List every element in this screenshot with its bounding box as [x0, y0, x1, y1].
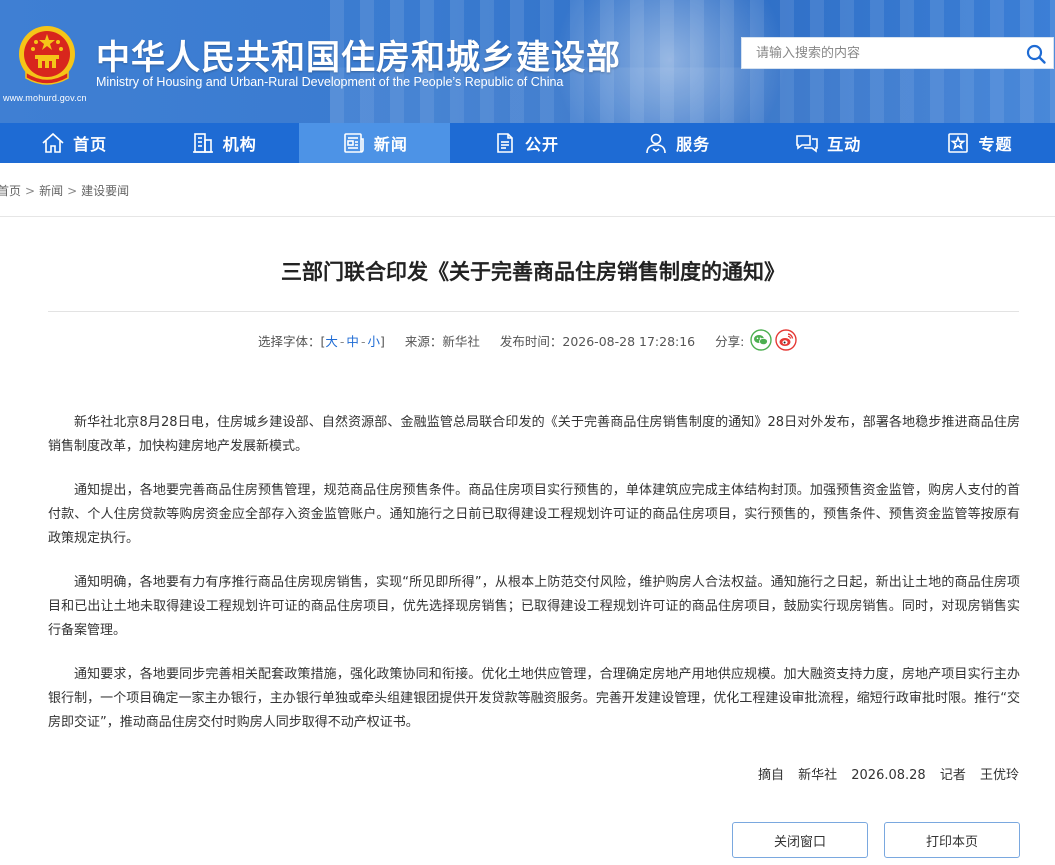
nav-item-topics[interactable]: 专题 [904, 123, 1055, 163]
national-emblem-icon[interactable] [16, 24, 78, 88]
home-icon [42, 132, 64, 153]
site-title[interactable]: 中华人民共和国住房和城乡建设部 [96, 30, 621, 79]
article-signature: 摘自 新华社 2026.08.28 记者 王优玲 [748, 764, 1019, 783]
site-url: www.mohurd.gov.cn [3, 93, 87, 103]
breadcrumb-separator: > [25, 184, 36, 198]
weibo-share-icon[interactable] [775, 329, 798, 351]
article-paragraph: 新华社北京8月28日电，住房城乡建设部、自然资源部、金融监管总局联合印发的《关于… [48, 415, 1020, 454]
sign-reporter: 王优玲 [979, 768, 1019, 783]
article-body: 新华社北京8月28日电，住房城乡建设部、自然资源部、金融监管总局联合印发的《关于… [48, 411, 1020, 755]
nav-item-organization[interactable]: 机构 [148, 123, 299, 163]
nav-item-news[interactable]: 新闻 [299, 123, 451, 163]
article-paragraph: 通知明确，各地要有力有序推行商品住房现房销售，实现“所见即所得”，从根本上防范交… [48, 575, 1020, 638]
search-icon[interactable] [1025, 43, 1047, 65]
nav-label: 公开 [525, 135, 560, 154]
chat-icon [796, 135, 819, 153]
nav-label: 机构 [222, 135, 257, 154]
share-label: 分享: [715, 333, 745, 349]
sign-source: 新华社 [798, 768, 838, 783]
search-input[interactable] [742, 38, 1012, 68]
wechat-share-icon[interactable] [750, 329, 773, 351]
article-paragraph: 通知提出，各地要完善商品住房预售管理，规范商品住房预售条件。商品住房项目实行预售… [48, 483, 1020, 546]
star-box-icon [948, 133, 969, 153]
font-size-divider: - [339, 333, 345, 349]
article-paragraph: 通知要求，各地要同步完善相关配套政策措施，强化政策协同和衔接。优化土地供应管理，… [48, 667, 1020, 730]
article-title: 三部门联合印发《关于完善商品住房销售制度的通知》 [281, 260, 785, 284]
publish-time: 发布时间：2026-08-28 17:28:16 [499, 333, 696, 349]
sign-reporter-label: 记者 [939, 768, 966, 783]
nav-label: 互动 [827, 135, 862, 154]
sign-label: 摘自 [757, 768, 784, 783]
breadcrumb: 首页 > 新闻 > 建设要闻 [0, 182, 129, 199]
nav-label: 专题 [978, 135, 1013, 154]
font-size-label: 选择字体：[ [258, 333, 326, 349]
breadcrumb-construction-news[interactable]: 建设要闻 [81, 184, 129, 198]
breadcrumb-news[interactable]: 新闻 [39, 184, 63, 198]
nav-item-public[interactable]: 公开 [450, 123, 601, 163]
nav-item-home[interactable]: 首页 [0, 123, 148, 163]
document-icon [497, 133, 513, 153]
print-page-button[interactable]: 打印本页 [884, 822, 1020, 858]
title-divider [48, 311, 1019, 312]
breadcrumb-separator: > [67, 184, 78, 198]
font-size-close: ] [379, 333, 385, 349]
close-window-button[interactable]: 关闭窗口 [732, 822, 868, 858]
sign-date: 2026.08.28 [851, 768, 926, 783]
user-service-icon [646, 133, 666, 154]
font-size-large[interactable]: 大 [325, 334, 338, 349]
font-size-medium[interactable]: 中 [346, 334, 359, 349]
nav-label: 首页 [73, 135, 108, 154]
newspaper-icon [344, 133, 364, 153]
nav-label: 新闻 [373, 135, 408, 154]
article-source: 来源：新华社 [404, 333, 480, 349]
nav-item-service[interactable]: 服务 [602, 123, 753, 163]
font-size-small[interactable]: 小 [367, 334, 380, 349]
article-meta: 选择字体：[大 - 中 - 小] 来源：新华社 发布时间：2026-08-28 17:2… [258, 329, 800, 351]
nav-label: 服务 [676, 135, 711, 154]
breadcrumb-home[interactable]: 首页 [0, 184, 21, 198]
site-subtitle: Ministry of Housing and Urban-Rural Deve… [96, 75, 564, 89]
site-header: www.mohurd.gov.cn 中华人民共和国住房和城乡建设部 Minist… [0, 0, 1055, 123]
building-icon [192, 133, 213, 153]
main-nav: 首页 机构 新闻 公开 服务 互动 专题 [0, 123, 1055, 163]
font-size-selector: 选择字体：[大 - 中 - 小] [258, 331, 385, 350]
search-box [741, 37, 1054, 69]
nav-item-interaction[interactable]: 互动 [753, 123, 904, 163]
breadcrumb-divider [0, 216, 1055, 217]
font-size-divider: - [360, 333, 366, 349]
